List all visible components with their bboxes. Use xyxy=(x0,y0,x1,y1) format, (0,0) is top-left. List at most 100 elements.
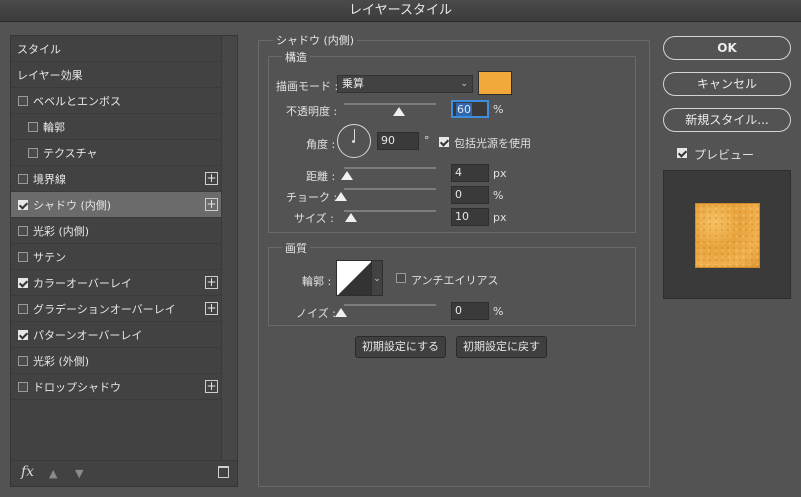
shadow-color-swatch[interactable] xyxy=(478,71,512,95)
structure-legend: 構造 xyxy=(282,49,310,65)
styles-scrollbar[interactable] xyxy=(221,36,237,461)
preview-area xyxy=(663,170,791,299)
style-item-label: サテン xyxy=(33,250,66,264)
style-item-checkbox[interactable] xyxy=(18,173,28,184)
reset-default-button[interactable]: 初期設定に戻す xyxy=(456,336,547,358)
add-effect-icon[interactable]: + xyxy=(205,302,218,315)
noise-input[interactable]: 0 xyxy=(451,302,489,320)
style-item-checkbox[interactable] xyxy=(18,277,28,288)
style-item[interactable]: パターンオーバーレイ xyxy=(11,322,222,348)
style-item-checkbox[interactable] xyxy=(28,147,38,158)
style-item[interactable]: 境界線 + xyxy=(11,166,222,192)
angle-unit: ° xyxy=(424,134,430,147)
style-item[interactable]: ベベルとエンボス xyxy=(11,88,222,114)
panel-title: シャドウ (内側) xyxy=(273,32,358,48)
antialias-label: アンチエイリアス xyxy=(411,274,499,287)
distance-slider-thumb[interactable] xyxy=(341,171,353,180)
style-item[interactable]: テクスチャ xyxy=(11,140,222,166)
style-item-label: ドロップシャドウ xyxy=(33,380,121,394)
opacity-unit: % xyxy=(493,103,504,116)
add-effect-icon[interactable]: + xyxy=(205,276,218,289)
fx-menu-button[interactable]: fx xyxy=(21,464,34,480)
style-item-label: 光彩 (内側) xyxy=(33,224,90,238)
style-item-label: 光彩 (外側) xyxy=(33,354,90,368)
global-light-label: 包括光源を使用 xyxy=(454,137,531,150)
trash-icon[interactable] xyxy=(218,466,229,478)
style-item[interactable]: 光彩 (外側) xyxy=(11,348,222,374)
angle-dial[interactable] xyxy=(337,124,371,158)
antialias-checkbox[interactable] xyxy=(396,273,406,283)
style-item-label: グラデーションオーバーレイ xyxy=(33,302,176,316)
style-item-label: テクスチャ xyxy=(43,146,98,160)
style-item-label: シャドウ (内側) xyxy=(33,198,112,212)
blend-mode-select[interactable]: 乗算 ⌄ xyxy=(337,75,473,93)
choke-input[interactable]: 0 xyxy=(451,186,489,204)
style-item[interactable]: サテン xyxy=(11,244,222,270)
size-input[interactable]: 10 xyxy=(451,208,489,226)
noise-slider-thumb[interactable] xyxy=(335,308,347,317)
style-item[interactable]: カラーオーバーレイ + xyxy=(11,270,222,296)
style-item[interactable]: レイヤー効果 xyxy=(11,62,222,88)
chevron-down-icon: ⌄ xyxy=(460,79,468,89)
distance-input[interactable]: 4 xyxy=(451,164,489,182)
size-slider-track[interactable] xyxy=(344,210,436,212)
style-item-checkbox[interactable] xyxy=(18,329,28,340)
contour-label: 輪郭 : xyxy=(302,275,332,288)
preview-swatch-image xyxy=(695,203,760,268)
distance-slider-track[interactable] xyxy=(344,167,436,169)
style-item-checkbox[interactable] xyxy=(18,95,28,106)
distance-label: 距離 : xyxy=(306,170,336,183)
distance-unit: px xyxy=(493,167,507,180)
ok-button[interactable]: OK xyxy=(663,36,791,60)
noise-slider-track[interactable] xyxy=(344,304,436,306)
new-style-button[interactable]: 新規スタイル... xyxy=(663,108,791,132)
add-effect-icon[interactable]: + xyxy=(205,380,218,393)
angle-label: 角度 : xyxy=(306,138,336,151)
choke-slider-track[interactable] xyxy=(344,188,436,190)
style-item[interactable]: 光彩 (内側) xyxy=(11,218,222,244)
style-item-checkbox[interactable] xyxy=(18,355,28,366)
opacity-slider-thumb[interactable] xyxy=(393,107,406,116)
style-item[interactable]: 輪郭 xyxy=(11,114,222,140)
opacity-slider-track[interactable] xyxy=(344,103,436,105)
contour-dropdown[interactable]: ⌄ xyxy=(372,260,383,296)
blend-mode-label: 描画モード : xyxy=(276,80,339,93)
global-light-checkbox[interactable] xyxy=(439,137,449,147)
make-default-button[interactable]: 初期設定にする xyxy=(355,336,446,358)
cancel-button[interactable]: キャンセル xyxy=(663,72,791,96)
style-item-checkbox[interactable] xyxy=(28,121,38,132)
style-item-label: ベベルとエンボス xyxy=(33,94,121,108)
choke-slider-thumb[interactable] xyxy=(335,192,347,201)
noise-label: ノイズ : xyxy=(296,307,336,320)
style-item-label: スタイル xyxy=(17,42,61,56)
style-item[interactable]: ドロップシャドウ + xyxy=(11,374,222,400)
style-item-checkbox[interactable] xyxy=(18,199,28,210)
choke-unit: % xyxy=(493,189,504,202)
style-item-checkbox[interactable] xyxy=(18,381,28,392)
add-effect-icon[interactable]: + xyxy=(205,198,218,211)
quality-legend: 画質 xyxy=(282,240,310,256)
styles-footer: fx ▲ ▼ xyxy=(11,460,237,486)
size-slider-thumb[interactable] xyxy=(345,213,357,222)
opacity-input[interactable]: 60 xyxy=(451,100,489,118)
blend-mode-value: 乗算 xyxy=(342,77,364,90)
size-label: サイズ : xyxy=(294,212,334,225)
style-item-checkbox[interactable] xyxy=(18,303,28,314)
style-item-label: 境界線 xyxy=(33,172,66,186)
preview-label: プレビュー xyxy=(694,148,755,162)
style-item-label: レイヤー効果 xyxy=(17,68,83,82)
style-item[interactable]: シャドウ (内側) + xyxy=(11,192,222,218)
style-item[interactable]: スタイル xyxy=(11,36,222,62)
contour-preview[interactable] xyxy=(336,260,372,296)
size-unit: px xyxy=(493,211,507,224)
angle-input[interactable]: 90 xyxy=(377,132,419,150)
move-up-icon[interactable]: ▲ xyxy=(49,467,57,480)
add-effect-icon[interactable]: + xyxy=(205,172,218,185)
style-item[interactable]: グラデーションオーバーレイ + xyxy=(11,296,222,322)
move-down-icon[interactable]: ▼ xyxy=(75,467,83,480)
style-item-checkbox[interactable] xyxy=(18,251,28,262)
chevron-down-icon: ⌄ xyxy=(373,274,381,284)
preview-checkbox[interactable] xyxy=(677,148,687,158)
style-item-checkbox[interactable] xyxy=(18,225,28,236)
styles-list: スタイルレイヤー効果ベベルとエンボス輪郭テクスチャ境界線 + シャドウ (内側) + 光… xyxy=(10,35,238,487)
